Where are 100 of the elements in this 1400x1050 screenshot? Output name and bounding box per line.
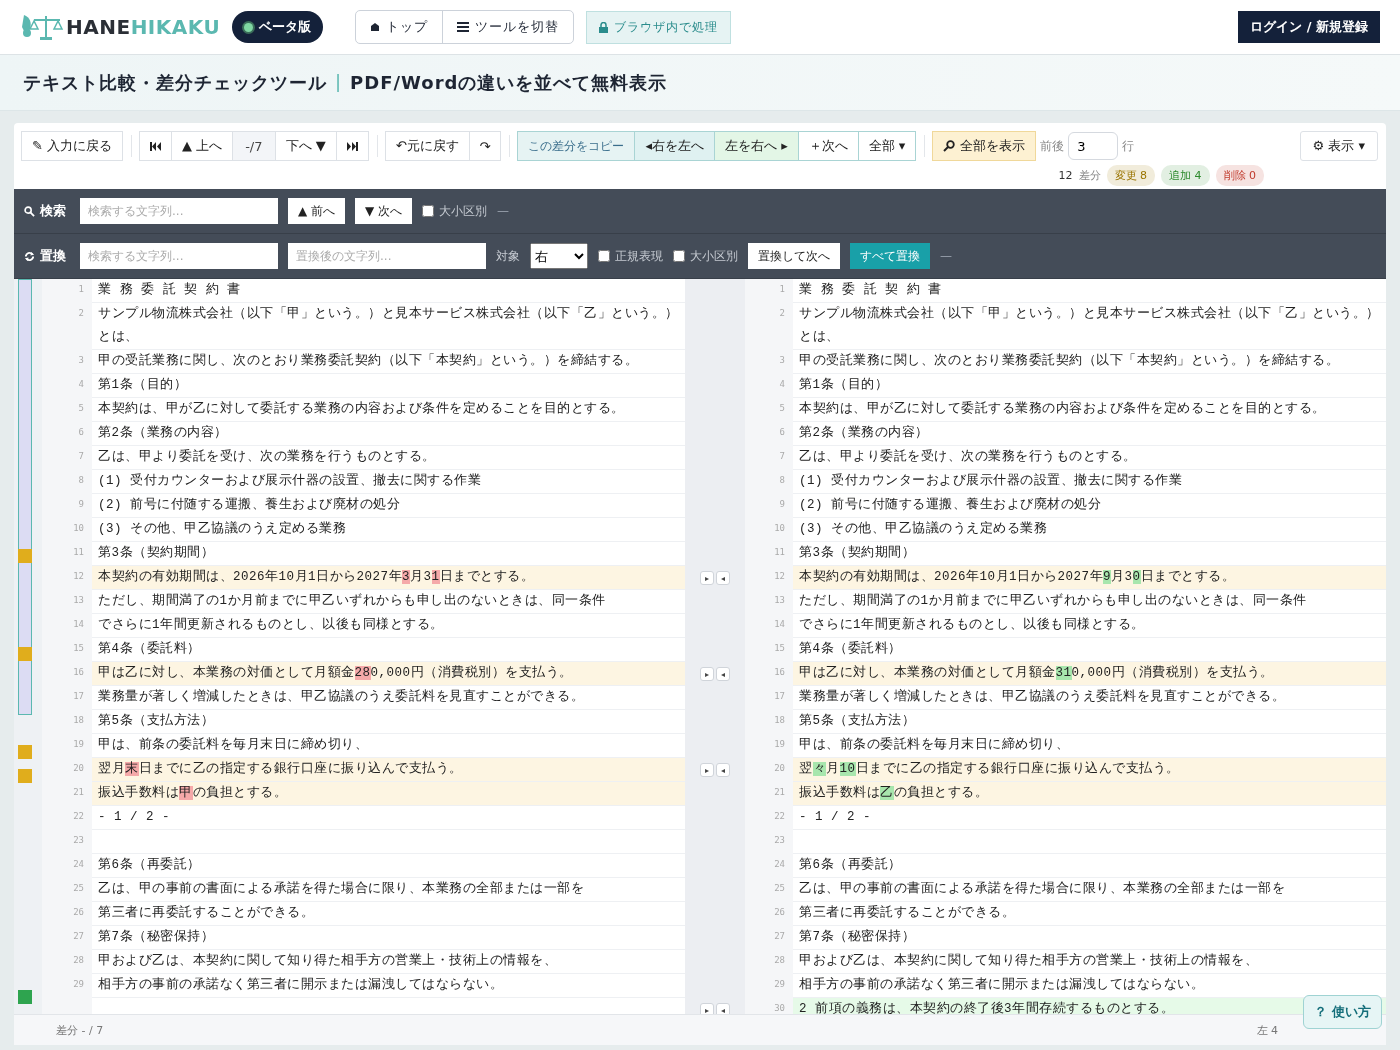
line-number: 8 xyxy=(78,475,84,485)
search-field[interactable]: 検索する文字列... xyxy=(80,198,278,224)
copy-left-button[interactable]: ◂ xyxy=(716,667,730,681)
line-number: 1 xyxy=(78,284,84,294)
toolbar-button[interactable]: 全部を表示 xyxy=(932,131,1037,161)
text-line: 第6条（再委託） xyxy=(793,854,1386,878)
context-lines-field[interactable]: 3 xyxy=(1068,132,1119,160)
copy-right-button[interactable]: ▸ xyxy=(700,667,714,681)
line-number: 24 xyxy=(774,859,785,869)
line-number: 9 xyxy=(779,499,785,509)
page-title: テキスト比較・差分チェックツール xyxy=(23,70,327,95)
line-number: 29 xyxy=(774,979,785,989)
display-menu-button[interactable]: ⚙ 表示 ▾ xyxy=(1299,131,1378,161)
logo-text: HANE xyxy=(66,15,131,39)
line-number: 16 xyxy=(73,667,84,677)
option-checkbox[interactable] xyxy=(673,250,685,262)
line-number: 15 xyxy=(73,643,84,653)
search-status: — xyxy=(497,204,510,218)
replace-field[interactable]: 置換後の文字列... xyxy=(288,243,486,269)
diff-total-label: 差分 xyxy=(1078,168,1101,183)
toolbar-button[interactable]: 左を右へ ▸ xyxy=(714,131,799,161)
line-number: 10 xyxy=(774,523,785,533)
nav-link[interactable]: トップ xyxy=(356,11,443,43)
text-line: (3) その他、甲乙協議のうえ定める業務 xyxy=(793,518,1386,542)
line-number: 24 xyxy=(73,859,84,869)
next-match-button[interactable]: ▼ 次へ xyxy=(355,198,413,224)
toolbar-button[interactable] xyxy=(335,131,369,161)
toolbar-button[interactable]: ＋次へ xyxy=(797,131,859,161)
target-label: 対象 xyxy=(496,247,520,265)
line-number: 25 xyxy=(774,883,785,893)
target-select[interactable]: 右 xyxy=(530,243,588,269)
line-number: 17 xyxy=(774,691,785,701)
line-number: 14 xyxy=(73,619,84,629)
logo-text: HIKAKU xyxy=(130,15,221,39)
toolbar-button[interactable]: ↶元に戻す xyxy=(384,131,470,161)
text-line: 乙は、甲の事前の書面による承諾を得た場合に限り、本業務の全部または一部を xyxy=(92,878,685,902)
previous-match-button[interactable]: ▲ 前へ xyxy=(288,198,346,224)
login-button[interactable]: ログイン / 新規登録 xyxy=(1238,11,1380,43)
text-line: 甲の受託業務に関し、次のとおり業務委託契約（以下「本契約」という。）を締結する。 xyxy=(793,350,1386,374)
search-label: 検索 xyxy=(24,202,70,220)
home-icon xyxy=(370,22,381,32)
line-number: 22 xyxy=(73,811,84,821)
option-checkbox[interactable] xyxy=(598,250,610,262)
copy-left-button[interactable]: ◂ xyxy=(716,763,730,777)
line-number: 1 xyxy=(779,284,785,294)
line-number: 4 xyxy=(78,379,84,389)
nav-link[interactable]: ツールを切替 xyxy=(442,11,574,43)
line-number: 2 xyxy=(78,308,84,318)
last-icon xyxy=(346,141,358,151)
line-number: 21 xyxy=(73,787,84,797)
text-line: (2) 前号に付随する運搬、養生および廃材の処分 xyxy=(92,494,685,518)
toolbar-button[interactable]: ◂右を左へ xyxy=(634,131,715,161)
line-number: 7 xyxy=(78,451,84,461)
toolbar-button[interactable]: ↷ xyxy=(468,131,502,161)
line-number: 14 xyxy=(774,619,785,629)
text-line: ただし、期間満了の1か月前までに甲乙いずれからも申し出のないときは、同一条件 xyxy=(793,590,1386,614)
line-number: 27 xyxy=(774,931,785,941)
toolbar-button[interactable]: ✎ 入力に戻る xyxy=(21,131,124,161)
replace-label: 置換 xyxy=(24,247,70,265)
text-line: 本契約は、甲が乙に対して委託する業務の内容および条件を定めることを目的とする。 xyxy=(92,398,685,422)
line-number: 7 xyxy=(779,451,785,461)
line-number: 21 xyxy=(774,787,785,797)
line-number: 23 xyxy=(73,835,84,845)
text-line: 本契約は、甲が乙に対して委託する業務の内容および条件を定めることを目的とする。 xyxy=(793,398,1386,422)
text-line: - 1 / 2 - xyxy=(92,806,685,830)
replace-status: — xyxy=(940,249,952,263)
text-line: 第2条（業務の内容） xyxy=(92,422,685,446)
replace-next-button[interactable]: 置換して次へ xyxy=(748,243,840,269)
menu-icon xyxy=(457,22,470,32)
text-line: (2) 前号に付随する運搬、養生および廃材の処分 xyxy=(793,494,1386,518)
line-number: 12 xyxy=(774,571,785,581)
option-label: 大小区別 xyxy=(439,202,488,220)
copy-right-button[interactable]: ▸ xyxy=(700,763,714,777)
line-number: 20 xyxy=(774,763,785,773)
text-line: でさらに1年間更新されるものとし、以後も同様とする。 xyxy=(92,614,685,638)
line-number: 19 xyxy=(774,739,785,749)
text-line: 第三者に再委託することができる。 xyxy=(793,902,1386,926)
diff-position: 差分 - / 7 xyxy=(56,1022,104,1038)
help-button[interactable]: ？ 使い方 xyxy=(1303,995,1382,1029)
copy-right-button[interactable]: ▸ xyxy=(700,571,714,585)
title-separator: | xyxy=(335,70,343,94)
text-line: 乙は、甲の事前の書面による承諾を得た場合に限り、本業務の全部または一部を xyxy=(793,878,1386,902)
text-line: 第2条（業務の内容） xyxy=(793,422,1386,446)
toolbar-button[interactable]: 全部 ▾ xyxy=(857,131,917,161)
toolbar-button[interactable]: この差分をコピー xyxy=(517,131,636,161)
text-line: 第6条（再委託） xyxy=(92,854,685,878)
find-field[interactable]: 検索する文字列... xyxy=(80,243,278,269)
line-number: 12 xyxy=(73,571,84,581)
toolbar-button[interactable]: ▲ 上へ xyxy=(171,131,234,161)
page-subtitle: PDF/Wordの違いを並べて無料表示 xyxy=(350,70,668,95)
option-checkbox[interactable] xyxy=(422,205,435,217)
line-number: 5 xyxy=(78,403,84,413)
toolbar-button[interactable]: -/7 xyxy=(232,131,276,161)
line-number: 23 xyxy=(774,835,785,845)
copy-left-button[interactable]: ◂ xyxy=(716,571,730,585)
text-line: 第7条（秘密保持） xyxy=(92,926,685,950)
text-line: 業 務 委 託 契 約 書 xyxy=(793,279,1386,303)
line-number: 3 xyxy=(779,355,785,365)
toolbar-button[interactable] xyxy=(139,131,173,161)
toolbar-button[interactable]: 下へ ▼ xyxy=(274,131,337,161)
